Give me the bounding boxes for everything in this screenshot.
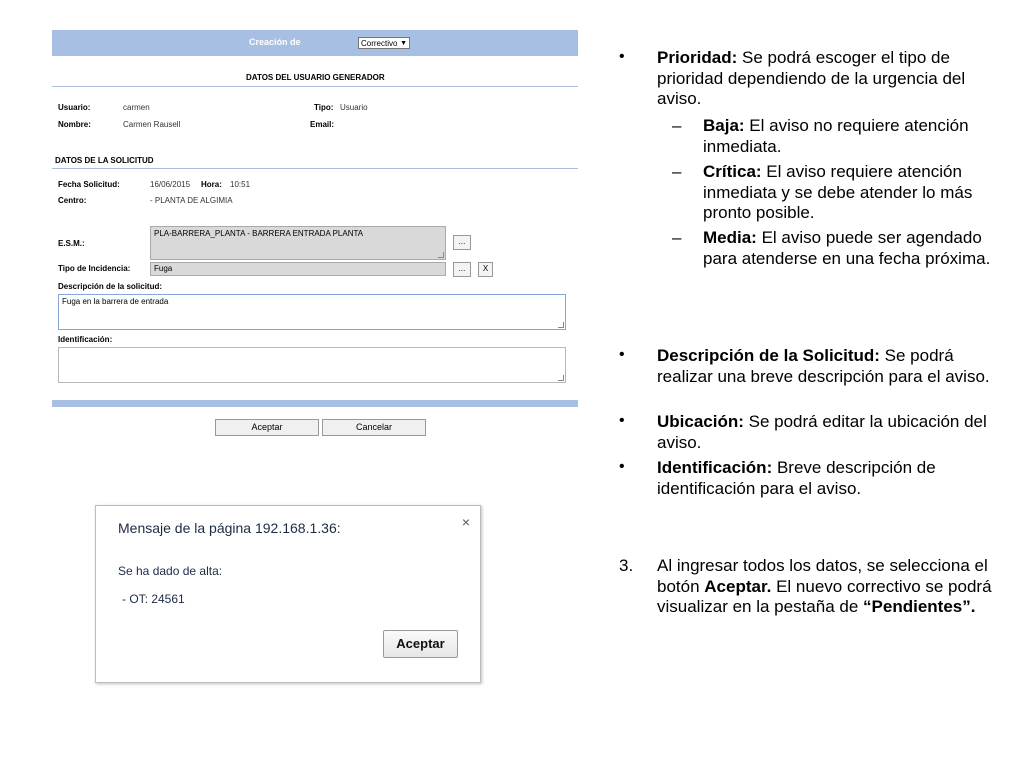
- resize-handle-icon[interactable]: [558, 375, 564, 381]
- prioridad-term: Prioridad:: [657, 48, 738, 67]
- incidencia-field[interactable]: Fuga: [150, 262, 446, 276]
- identificacion-textarea[interactable]: [58, 347, 566, 383]
- ubicacion-term: Ubicación:: [657, 412, 744, 431]
- usuario-label: Usuario:: [58, 103, 91, 112]
- esm-browse-button[interactable]: ...: [453, 235, 471, 250]
- descripcion-label: Descripción de la solicitud:: [58, 282, 163, 291]
- divider: [52, 168, 578, 169]
- close-icon[interactable]: ×: [462, 514, 470, 530]
- media-item: Media: El aviso puede ser agendado para …: [703, 228, 1003, 269]
- resize-handle-icon[interactable]: [438, 252, 444, 258]
- identificacion-term: Identificación:: [657, 458, 773, 477]
- resize-handle-icon[interactable]: [558, 322, 564, 328]
- incidencia-browse-button[interactable]: ...: [453, 262, 471, 277]
- dialog-message: Se ha dado de alta:: [118, 564, 223, 578]
- dash-icon: –: [672, 228, 682, 247]
- creation-type-value: Correctivo: [361, 39, 398, 48]
- creation-header-bar: Creación de Correctivo ▼: [52, 30, 578, 56]
- tipo-label: Tipo:: [314, 103, 334, 112]
- nombre-value: Carmen Rausell: [123, 120, 181, 129]
- creation-label: Creación de: [249, 37, 301, 47]
- bullet-icon: •: [619, 48, 625, 65]
- alert-dialog: Mensaje de la página 192.168.1.36: × Se …: [95, 505, 481, 683]
- dash-icon: –: [672, 162, 682, 181]
- centro-value: - PLANTA DE ALGIMIA: [150, 196, 233, 205]
- descripcion-textarea[interactable]: Fuga en la barrera de entrada: [58, 294, 566, 330]
- prioridad-item: Prioridad: Se podrá escoger el tipo de p…: [657, 48, 997, 110]
- request-section-title: DATOS DE LA SOLICITUD: [55, 156, 154, 165]
- bullet-icon: •: [619, 346, 625, 363]
- dialog-detail: - OT: 24561: [122, 592, 185, 606]
- esm-label: E.S.M.:: [58, 239, 85, 248]
- baja-term: Baja:: [703, 116, 745, 135]
- form-footer-bar: [52, 400, 578, 407]
- tipo-value: Usuario: [340, 103, 368, 112]
- esm-field[interactable]: PLA-BARRERA_PLANTA - BARRERA ENTRADA PLA…: [150, 226, 446, 260]
- bullet-icon: •: [619, 458, 625, 475]
- form-cancel-button[interactable]: Cancelar: [322, 419, 426, 436]
- incidencia-clear-button[interactable]: X: [478, 262, 493, 277]
- fecha-label: Fecha Solicitud:: [58, 180, 120, 189]
- dash-icon: –: [672, 116, 682, 135]
- descripcion-item: Descripción de la Solicitud: Se podrá re…: [657, 346, 997, 387]
- identificacion-label: Identificación:: [58, 335, 113, 344]
- baja-item: Baja: El aviso no requiere atención inme…: [703, 116, 1003, 157]
- bullet-icon: •: [619, 412, 625, 429]
- dialog-ok-button[interactable]: Aceptar: [383, 630, 458, 658]
- critica-term: Crítica:: [703, 162, 762, 181]
- dialog-title: Mensaje de la página 192.168.1.36:: [118, 520, 341, 536]
- nombre-label: Nombre:: [58, 120, 91, 129]
- usuario-value: carmen: [123, 103, 150, 112]
- user-section-title: DATOS DEL USUARIO GENERADOR: [246, 73, 385, 82]
- critica-item: Crítica: El aviso requiere atención inme…: [703, 162, 1003, 224]
- hora-value: 10:51: [230, 180, 251, 189]
- ubicacion-item: Ubicación: Se podrá editar la ubicación …: [657, 412, 997, 453]
- email-label: Email:: [310, 120, 335, 129]
- form-accept-button[interactable]: Aceptar: [215, 419, 319, 436]
- divider: [52, 86, 578, 87]
- creation-type-select[interactable]: Correctivo ▼: [358, 37, 410, 49]
- centro-label: Centro:: [58, 196, 87, 205]
- descripcion-term: Descripción de la Solicitud:: [657, 346, 880, 365]
- descripcion-value: Fuga en la barrera de entrada: [62, 297, 169, 306]
- identificacion-item: Identificación: Breve descripción de ide…: [657, 458, 997, 499]
- chevron-down-icon: ▼: [400, 40, 407, 47]
- hora-label: Hora:: [201, 180, 222, 189]
- step-number: 3.: [619, 556, 634, 575]
- fecha-value: 16/06/2015: [150, 180, 191, 189]
- step-bold2: “Pendientes”.: [863, 597, 976, 616]
- incidencia-label: Tipo de Incidencia:: [58, 264, 131, 273]
- esm-value: PLA-BARRERA_PLANTA - BARRERA ENTRADA PLA…: [154, 229, 364, 238]
- incidencia-value: Fuga: [154, 264, 173, 273]
- step-bold1: Aceptar.: [704, 576, 772, 596]
- media-term: Media:: [703, 228, 757, 247]
- step-item: Al ingresar todos los datos, se seleccio…: [657, 556, 997, 618]
